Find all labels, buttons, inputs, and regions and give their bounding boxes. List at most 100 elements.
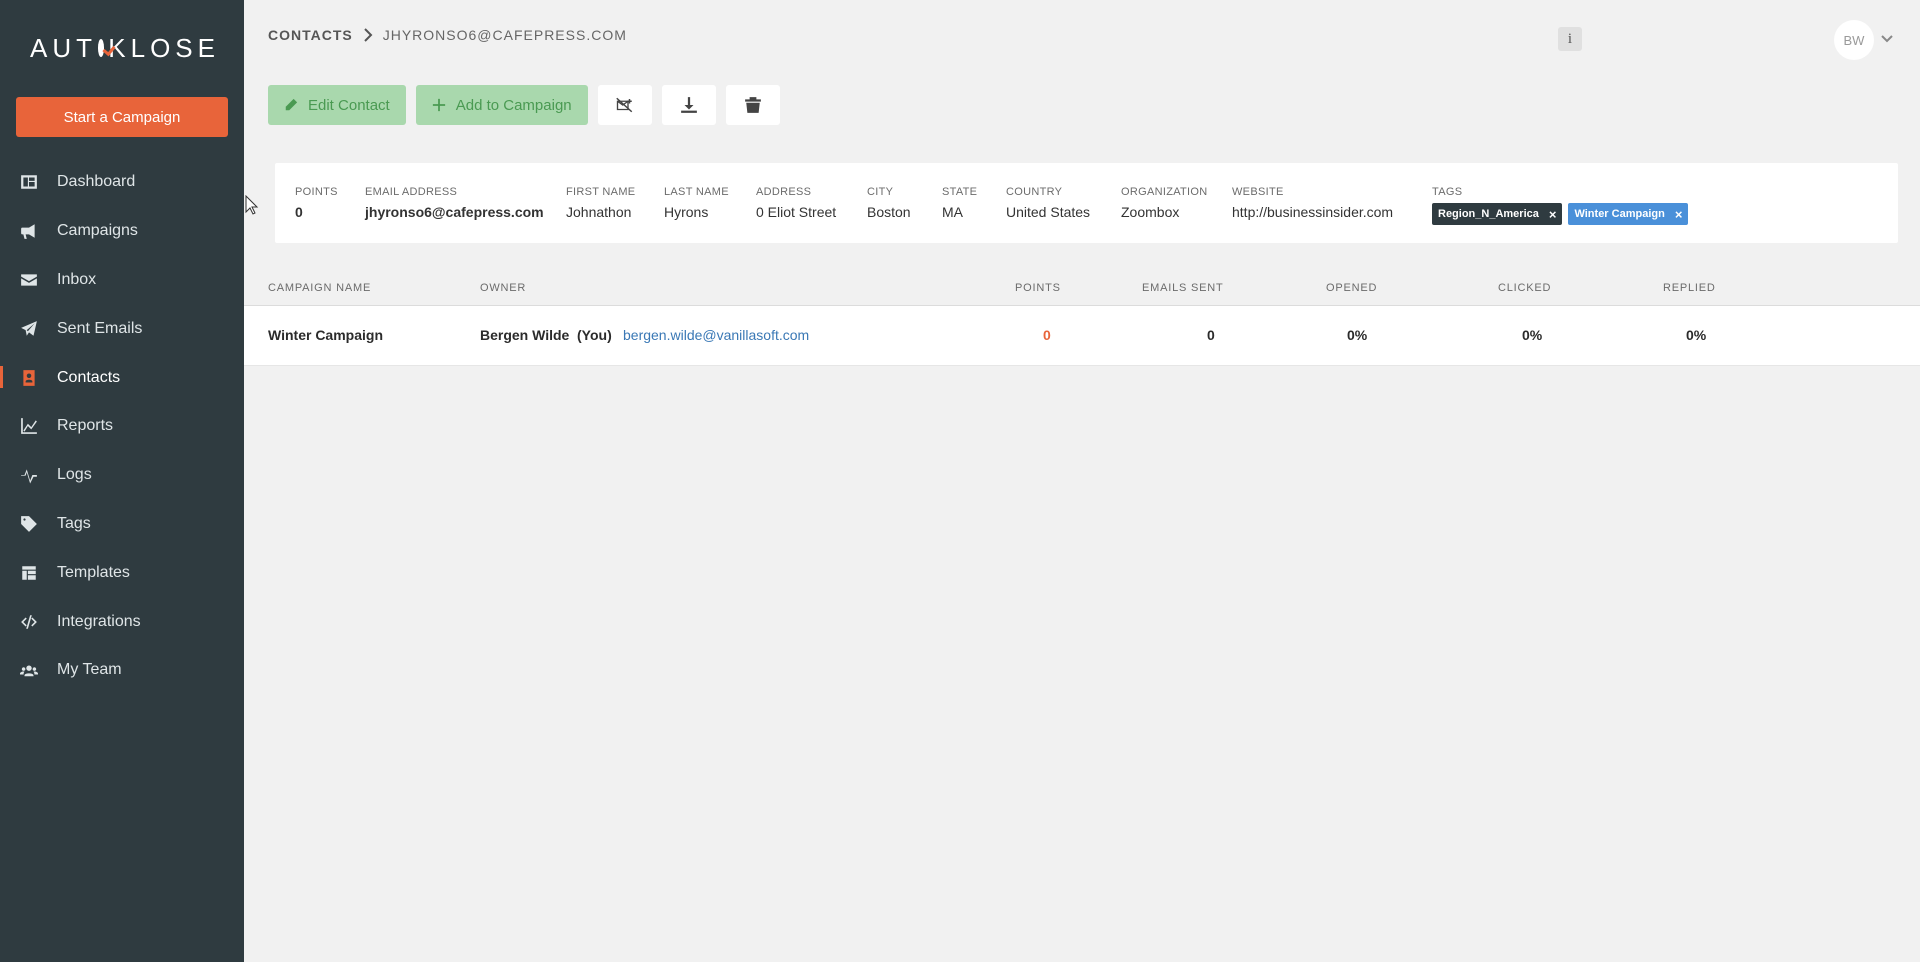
column-header-clicked[interactable]: CLICKED — [1498, 282, 1551, 294]
code-icon — [20, 613, 38, 631]
sidebar-item-label: Integrations — [57, 612, 141, 630]
download-icon — [680, 97, 697, 113]
breadcrumb: CONTACTS JHYRONSO6@CAFEPRESS.COM — [268, 27, 627, 43]
organization-value: Zoombox — [1121, 204, 1180, 220]
megaphone-icon — [20, 222, 38, 240]
sidebar-item-label: Campaigns — [57, 222, 138, 240]
sidebar-item-label: Tags — [57, 514, 91, 532]
sidebar-item-campaigns[interactable]: Campaigns — [0, 207, 244, 256]
replied-cell: 0% — [1686, 327, 1707, 343]
state-value: MA — [942, 204, 963, 220]
city-value: Boston — [867, 204, 911, 220]
table-row[interactable]: Winter Campaign Bergen Wilde (You) berge… — [244, 306, 1920, 366]
column-header-campaign-name[interactable]: CAMPAIGN NAME — [268, 282, 371, 294]
website-field: WEBSITE http://businessinsider.com — [1232, 186, 1393, 220]
tag-label: Winter Campaign — [1574, 208, 1665, 220]
sidebar-item-templates[interactable]: Templates — [0, 548, 244, 597]
edit-contact-label: Edit Contact — [308, 96, 390, 114]
breadcrumb-current: JHYRONSO6@CAFEPRESS.COM — [382, 27, 627, 43]
opened-cell: 0% — [1347, 327, 1368, 343]
points-field: POINTS 0 — [295, 186, 338, 220]
template-icon — [20, 564, 38, 582]
unsubscribe-button[interactable] — [597, 85, 652, 125]
column-header-emails-sent[interactable]: EMAILS SENT — [1142, 282, 1224, 294]
column-header-owner[interactable]: OWNER — [480, 282, 526, 294]
envelope-icon — [20, 271, 38, 289]
column-header-replied[interactable]: REPLIED — [1663, 282, 1716, 294]
add-to-campaign-button[interactable]: Add to Campaign — [415, 85, 588, 125]
state-field: STATE MA — [942, 186, 977, 220]
tag-label: Region_N_America — [1438, 208, 1539, 220]
remove-tag-icon[interactable]: × — [1675, 207, 1683, 222]
emails-sent-cell: 0 — [1207, 327, 1215, 343]
last-name-field: LAST NAME Hyrons — [664, 186, 729, 220]
website-value: http://businessinsider.com — [1232, 204, 1394, 220]
tag-chip[interactable]: Winter Campaign × — [1568, 203, 1689, 225]
sidebar-item-my-team[interactable]: My Team — [0, 646, 244, 695]
sidebar-item-logs[interactable]: Logs — [0, 451, 244, 500]
field-label: POINTS — [295, 186, 338, 198]
trash-icon — [744, 97, 761, 113]
country-value: United States — [1006, 204, 1091, 220]
field-label: EMAIL ADDRESS — [365, 186, 458, 198]
chevron-down-icon[interactable] — [1880, 32, 1894, 46]
sidebar-nav: Dashboard Campaigns Inbox Sent Emails Co… — [0, 158, 244, 695]
sidebar-item-label: Templates — [57, 563, 130, 581]
remove-tag-icon[interactable]: × — [1549, 207, 1557, 222]
dashboard-icon — [20, 173, 38, 191]
contact-details-card: POINTS 0 EMAIL ADDRESS jhyronso6@cafepre… — [275, 163, 1898, 243]
edit-contact-button[interactable]: Edit Contact — [268, 85, 406, 125]
field-label: STATE — [942, 186, 978, 198]
organization-field: ORGANIZATION Zoombox — [1121, 186, 1208, 220]
sidebar-item-label: Logs — [57, 466, 92, 484]
field-label: CITY — [867, 186, 894, 198]
last-name-value: Hyrons — [664, 204, 709, 220]
column-header-points[interactable]: POINTS — [1015, 282, 1061, 294]
field-label: FIRST NAME — [566, 186, 636, 198]
email-field: EMAIL ADDRESS jhyronso6@cafepress.com — [365, 186, 544, 220]
sidebar-item-inbox[interactable]: Inbox — [0, 256, 244, 305]
sidebar-item-tags[interactable]: Tags — [0, 500, 244, 549]
points-value: 0 — [295, 204, 303, 220]
points-cell: 0 — [1043, 327, 1051, 343]
campaign-name-cell[interactable]: Winter Campaign — [268, 327, 383, 343]
tag-list: Region_N_America × Winter Campaign × — [1432, 203, 1694, 225]
field-label: WEBSITE — [1232, 186, 1284, 198]
first-name-value: Johnathon — [566, 204, 632, 220]
logo-text-end: KLOSE — [108, 32, 220, 63]
tag-icon — [20, 515, 38, 533]
users-icon — [20, 661, 38, 679]
field-label: COUNTRY — [1006, 186, 1063, 198]
pencil-icon — [285, 98, 298, 111]
owner-you-badge: (You) — [577, 327, 612, 343]
info-button[interactable]: i — [1558, 27, 1582, 51]
field-label: LAST NAME — [664, 186, 729, 198]
plus-icon — [432, 98, 445, 112]
breadcrumb-contacts-link[interactable]: CONTACTS — [268, 27, 353, 43]
sidebar-item-contacts[interactable]: Contacts — [0, 353, 244, 402]
autoklose-logo[interactable]: AUT KLOSE — [30, 32, 220, 63]
field-label: ADDRESS — [756, 186, 812, 198]
country-field: COUNTRY United States — [1006, 186, 1090, 220]
sidebar-item-label: Contacts — [57, 368, 121, 386]
field-label: TAGS — [1432, 186, 1463, 198]
column-header-opened[interactable]: OPENED — [1326, 282, 1377, 294]
city-field: CITY Boston — [867, 186, 911, 220]
tag-chip[interactable]: Region_N_America × — [1432, 203, 1563, 225]
owner-email-link[interactable]: bergen.wilde@vanillasoft.com — [623, 327, 809, 343]
paper-plane-icon — [20, 320, 38, 338]
user-avatar[interactable]: BW — [1834, 20, 1874, 60]
sidebar-item-label: My Team — [57, 661, 122, 679]
tags-field: TAGS Region_N_America × Winter Campaign … — [1432, 186, 1694, 225]
download-button[interactable] — [661, 85, 716, 125]
sidebar-item-reports[interactable]: Reports — [0, 402, 244, 451]
delete-button[interactable] — [725, 85, 780, 125]
sidebar-item-dashboard[interactable]: Dashboard — [0, 158, 244, 207]
logo-check-mark-icon — [98, 39, 105, 57]
start-campaign-button[interactable]: Start a Campaign — [16, 97, 228, 137]
sidebar-item-integrations[interactable]: Integrations — [0, 597, 244, 646]
sidebar-item-sent-emails[interactable]: Sent Emails — [0, 304, 244, 353]
first-name-field: FIRST NAME Johnathon — [566, 186, 635, 220]
owner-name-cell: Bergen Wilde — [480, 327, 570, 343]
contact-toolbar: Edit Contact Add to Campaign — [268, 85, 790, 125]
